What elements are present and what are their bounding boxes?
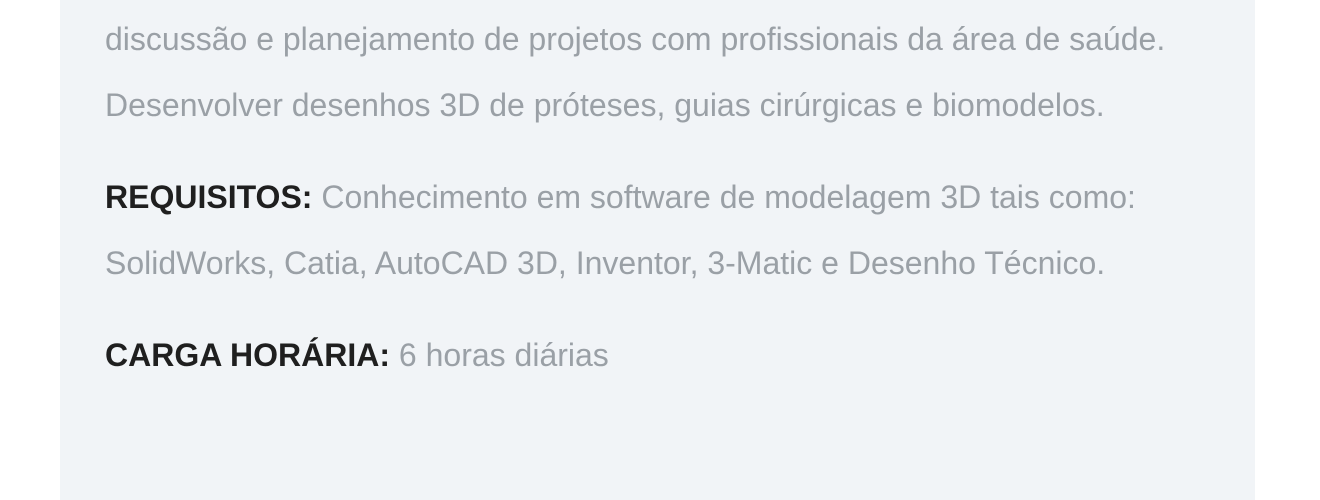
requirements-paragraph: REQUISITOS: Conhecimento em software de … xyxy=(105,164,1205,296)
requirements-label: REQUISITOS: xyxy=(105,179,313,215)
workload-paragraph: CARGA HORÁRIA: 6 horas diárias xyxy=(105,322,1205,388)
workload-label: CARGA HORÁRIA: xyxy=(105,337,391,373)
job-details: discussão e planejamento de projetos com… xyxy=(105,0,1205,388)
description-text: discussão e planejamento de projetos com… xyxy=(105,21,1166,123)
workload-text: 6 horas diárias xyxy=(398,337,609,373)
